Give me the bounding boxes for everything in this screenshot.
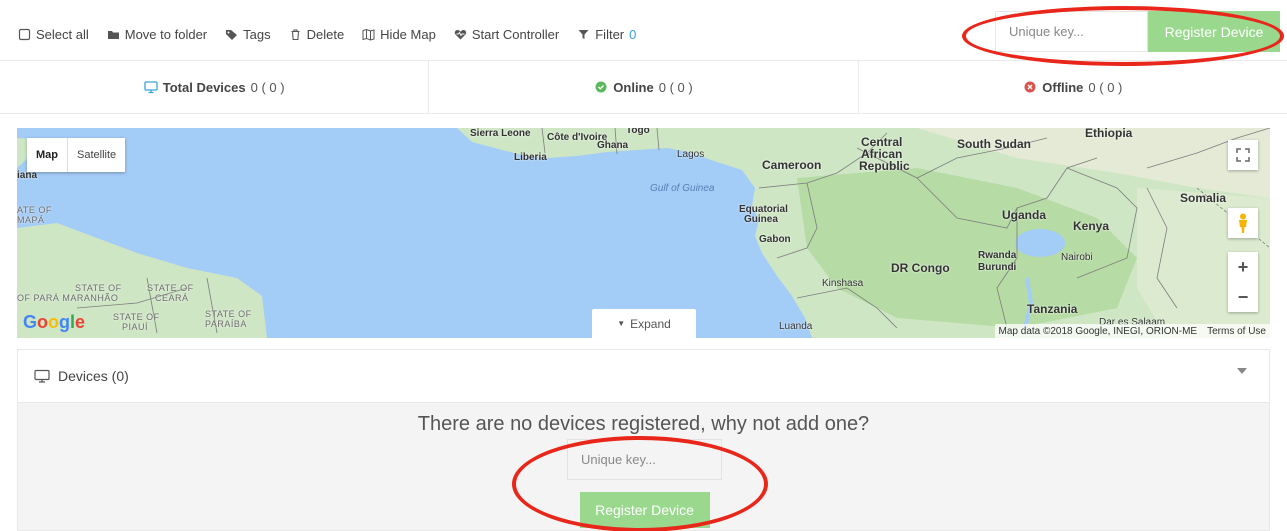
checkbox-icon — [18, 28, 31, 40]
zoom-control: + − — [1228, 252, 1258, 312]
move-to-folder-button[interactable]: Move to folder — [107, 27, 207, 42]
offline-devices-value: 0 ( 0 ) — [1088, 79, 1123, 95]
map-label-ghana: Ghana — [597, 140, 629, 151]
total-devices-stat[interactable]: Total Devices 0 ( 0 ) — [0, 61, 428, 113]
hide-map-button[interactable]: Hide Map — [362, 27, 436, 42]
map-label-amapa-2: MAPÁ — [17, 215, 45, 225]
map-label-nairobi: Nairobi — [1061, 252, 1093, 263]
delete-label: Delete — [306, 26, 345, 42]
offline-devices-stat[interactable]: Offline 0 ( 0 ) — [857, 61, 1287, 113]
map-attribution: Map data ©2018 Google, INEGI, ORION-ME T… — [994, 324, 1270, 338]
map-label-gulf-of-guinea: Gulf of Guinea — [650, 183, 715, 194]
online-devices-value: 0 ( 0 ) — [658, 79, 693, 95]
map-label-kinshasa: Kinshasa — [822, 278, 864, 289]
filter-label: Filter — [595, 26, 625, 42]
map-tiles — [17, 128, 1270, 338]
start-controller-label: Start Controller — [471, 26, 560, 42]
fullscreen-button[interactable] — [1228, 140, 1258, 170]
devices-panel: Devices (0) There are no devices registe… — [17, 349, 1270, 531]
total-devices-value: 0 ( 0 ) — [250, 79, 285, 95]
map-label-luanda: Luanda — [779, 321, 813, 332]
select-all-button[interactable]: Select all — [18, 27, 89, 42]
map-label-burundi: Burundi — [978, 262, 1017, 273]
map-type-satellite-button[interactable]: Satellite — [67, 138, 125, 172]
map-label-uganda: Uganda — [1002, 208, 1047, 222]
filter-count: 0 — [629, 26, 637, 42]
devices-panel-header[interactable]: Devices (0) — [18, 350, 1269, 403]
online-devices-stat[interactable]: Online 0 ( 0 ) — [428, 61, 857, 113]
expand-map-button[interactable]: ▼ Expand — [592, 309, 696, 338]
map-type-control: Map Satellite — [27, 138, 126, 172]
monitor-icon — [144, 81, 158, 94]
map-label-maranhao-2: OF PARÁ MARANHÃO — [17, 293, 119, 303]
zoom-in-button[interactable]: + — [1238, 252, 1249, 282]
map-label-ceara-2: CEARÁ — [155, 293, 189, 303]
unique-key-input-top[interactable] — [995, 11, 1148, 52]
pegman-icon — [1239, 213, 1247, 233]
online-devices-label: Online — [613, 79, 654, 95]
start-controller-button[interactable]: Start Controller — [454, 27, 559, 42]
unique-key-input-center[interactable] — [567, 439, 722, 480]
filter-button[interactable]: Filter 0 — [577, 27, 636, 42]
map-label-south-sudan: South Sudan — [957, 137, 1031, 151]
folder-icon — [107, 30, 119, 39]
fullscreen-icon — [1236, 148, 1250, 162]
trash-icon — [291, 28, 300, 40]
times-circle-icon — [1024, 81, 1036, 93]
map-label-piaui-2: PIAUÍ — [122, 322, 149, 332]
offline-devices-label: Offline — [1042, 79, 1084, 95]
terms-of-use-link[interactable]: Terms of Use — [1207, 326, 1266, 337]
caret-down-icon: ▼ — [617, 319, 626, 328]
map-label-ethiopia: Ethiopia — [1085, 128, 1133, 140]
map-label-gabon: Gabon — [759, 234, 791, 245]
google-logo: Google — [23, 312, 86, 332]
device-map[interactable]: Sierra Leone Côte d'Ivoire Togo Ghana Li… — [17, 128, 1270, 338]
map-type-map-button[interactable]: Map — [27, 138, 67, 172]
google-logo-g: G — [23, 312, 38, 332]
hide-map-label: Hide Map — [380, 26, 436, 42]
select-all-label: Select all — [36, 26, 89, 42]
map-label-rwanda: Rwanda — [978, 250, 1017, 261]
zoom-out-button[interactable]: − — [1238, 282, 1249, 312]
map-label-liberia: Liberia — [514, 152, 547, 163]
map-label-kenya: Kenya — [1073, 219, 1110, 233]
map-icon — [362, 28, 375, 41]
register-device-form-center: Register Device — [567, 439, 722, 528]
expand-label: Expand — [630, 316, 671, 331]
total-devices-label: Total Devices — [162, 79, 246, 95]
map-label-cameroon: Cameroon — [762, 158, 822, 172]
map-attribution-text: Map data ©2018 Google, INEGI, ORION-ME — [998, 325, 1198, 337]
map-label-eq-guinea-2: Guinea — [744, 214, 778, 225]
delete-button[interactable]: Delete — [289, 26, 345, 42]
street-view-pegman[interactable] — [1228, 208, 1258, 238]
move-to-folder-label: Move to folder — [124, 26, 208, 42]
collapse-caret-icon[interactable] — [1237, 368, 1247, 374]
filter-icon — [578, 29, 589, 39]
register-device-form-top: Register Device — [995, 11, 1280, 52]
tags-icon — [226, 29, 238, 40]
map-label-somalia: Somalia — [1180, 191, 1227, 205]
map-label-paraiba-2: PARAÍBA — [205, 319, 247, 329]
map-label-sierra-leone: Sierra Leone — [470, 128, 531, 139]
map-label-car-3: Republic — [859, 159, 910, 173]
register-device-button-center[interactable]: Register Device — [579, 492, 710, 528]
devices-title: Devices (0) — [58, 368, 129, 384]
map-label-tanzania: Tanzania — [1027, 302, 1078, 316]
tags-button[interactable]: Tags — [225, 26, 271, 42]
device-stats-bar: Total Devices 0 ( 0 ) Online 0 ( 0 ) Off… — [0, 60, 1287, 114]
no-devices-message: There are no devices registered, why not… — [417, 413, 870, 435]
controller-icon — [454, 29, 467, 39]
register-device-button-top[interactable]: Register Device — [1148, 11, 1280, 52]
map-label-dr-congo: DR Congo — [891, 261, 950, 275]
map-label-togo: Togo — [626, 128, 650, 136]
map-label-lagos: Lagos — [677, 149, 705, 160]
tags-label: Tags — [243, 26, 271, 42]
monitor-icon — [34, 369, 50, 383]
check-circle-icon — [595, 81, 607, 93]
